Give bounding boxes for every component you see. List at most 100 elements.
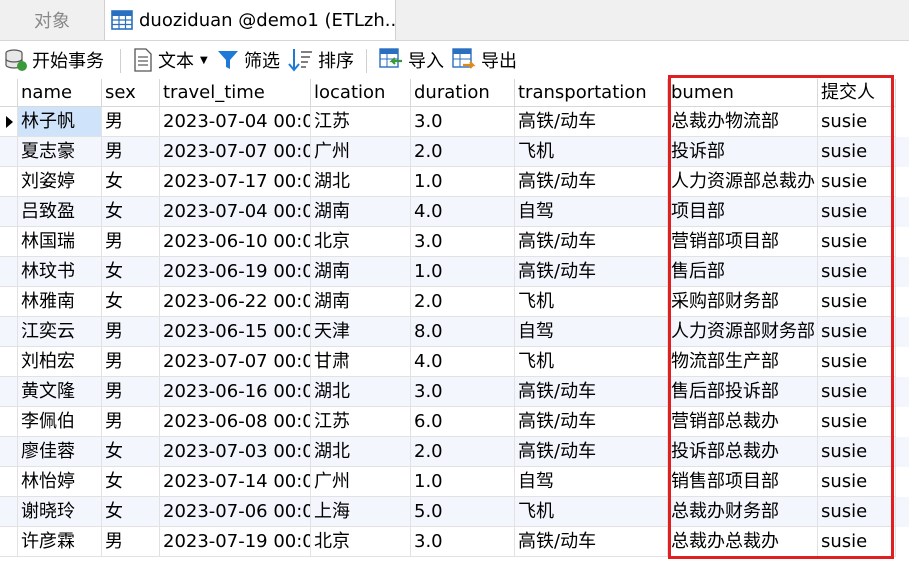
cell-bumen[interactable]: 售后部投诉部: [668, 377, 818, 407]
cell-bumen[interactable]: 人力资源部财务部: [668, 317, 818, 347]
cell-submitter[interactable]: susie: [818, 257, 896, 287]
cell-submitter[interactable]: susie: [818, 107, 896, 137]
table-row[interactable]: 林玟书女 2023-06-19 00:0 湖南 1.0 高铁/动车 售后部 susie: [0, 257, 909, 287]
cell-location[interactable]: 上海: [311, 497, 411, 527]
cell-travel-time[interactable]: 2023-07-17 00:0: [160, 167, 311, 197]
cell-travel-time[interactable]: 2023-07-06 00:0: [160, 497, 311, 527]
cell-duration[interactable]: 3.0: [411, 227, 515, 257]
cell-bumen[interactable]: 人力资源部总裁办: [668, 167, 818, 197]
column-header-transportation[interactable]: transportation: [515, 79, 668, 107]
cell-duration[interactable]: 1.0: [411, 467, 515, 497]
cell-bumen[interactable]: 项目部: [668, 197, 818, 227]
cell-bumen[interactable]: 营销部总裁办: [668, 407, 818, 437]
cell-submitter[interactable]: susie: [818, 497, 896, 527]
cell-submitter[interactable]: susie: [818, 407, 896, 437]
cell-submitter[interactable]: susie: [818, 167, 896, 197]
cell-bumen[interactable]: 物流部生产部: [668, 347, 818, 377]
cell-location[interactable]: 湖南: [311, 197, 411, 227]
cell-location[interactable]: 湖北: [311, 167, 411, 197]
cell-duration[interactable]: 1.0: [411, 257, 515, 287]
cell-duration[interactable]: 3.0: [411, 527, 515, 557]
cell-sex[interactable]: 女: [102, 437, 160, 467]
row-header[interactable]: [0, 167, 18, 197]
row-header[interactable]: [0, 527, 18, 557]
cell-duration[interactable]: 2.0: [411, 137, 515, 167]
cell-transportation[interactable]: 飞机: [515, 347, 668, 377]
cell-submitter[interactable]: susie: [818, 197, 896, 227]
cell-name[interactable]: 刘姿婷: [18, 167, 102, 197]
chevron-down-icon[interactable]: ▼: [200, 55, 208, 66]
table-row[interactable]: 谢晓玲女 2023-07-06 00:0 上海 5.0 飞机 总裁办财务部 susie: [0, 497, 909, 527]
tab-table-duoziduan[interactable]: duoziduan @demo1 (ETLzh...: [104, 0, 396, 40]
cell-sex[interactable]: 女: [102, 167, 160, 197]
cell-duration[interactable]: 5.0: [411, 497, 515, 527]
cell-bumen[interactable]: 投诉部总裁办: [668, 437, 818, 467]
cell-transportation[interactable]: 自驾: [515, 197, 668, 227]
cell-transportation[interactable]: 飞机: [515, 497, 668, 527]
column-header-submitter[interactable]: 提交人: [818, 79, 896, 107]
cell-submitter[interactable]: susie: [818, 317, 896, 347]
row-header[interactable]: [0, 137, 18, 167]
table-row[interactable]: 林怡婷女 2023-07-14 00:0 广州 1.0 自驾 销售部项目部 susie: [0, 467, 909, 497]
sort-button[interactable]: 排序: [288, 41, 354, 79]
cell-duration[interactable]: 2.0: [411, 437, 515, 467]
table-row[interactable]: 黄文隆男 2023-06-16 00:0 湖北 3.0 高铁/动车 售后部投诉部 susie: [0, 377, 909, 407]
cell-transportation[interactable]: 高铁/动车: [515, 227, 668, 257]
cell-bumen[interactable]: 营销部项目部: [668, 227, 818, 257]
cell-location[interactable]: 甘肃: [311, 347, 411, 377]
cell-duration[interactable]: 1.0: [411, 167, 515, 197]
column-header-location[interactable]: location: [311, 79, 411, 107]
table-row[interactable]: 吕致盈女 2023-07-04 00:0 湖南 4.0 自驾 项目部 susie: [0, 197, 909, 227]
cell-duration[interactable]: 2.0: [411, 287, 515, 317]
cell-name[interactable]: 廖佳蓉: [18, 437, 102, 467]
table-row[interactable]: 李佩伯男 2023-06-08 00:0 江苏 6.0 高铁/动车 营销部总裁办 susie: [0, 407, 909, 437]
cell-submitter[interactable]: susie: [818, 137, 896, 167]
table-row[interactable]: 廖佳蓉女 2023-07-03 00:0 湖北 2.0 高铁/动车 投诉部总裁办 susie: [0, 437, 909, 467]
cell-transportation[interactable]: 飞机: [515, 287, 668, 317]
cell-transportation[interactable]: 高铁/动车: [515, 107, 668, 137]
cell-sex[interactable]: 男: [102, 377, 160, 407]
cell-transportation[interactable]: 高铁/动车: [515, 527, 668, 557]
cell-sex[interactable]: 男: [102, 347, 160, 377]
table-row[interactable]: 江奕云男 2023-06-15 00:0 天津 8.0 自驾 人力资源部财务部 susie: [0, 317, 909, 347]
cell-travel-time[interactable]: 2023-07-14 00:0: [160, 467, 311, 497]
row-header[interactable]: [0, 317, 18, 347]
column-header-name[interactable]: name: [18, 79, 102, 107]
cell-submitter[interactable]: susie: [818, 467, 896, 497]
cell-location[interactable]: 江苏: [311, 107, 411, 137]
row-header[interactable]: [0, 407, 18, 437]
cell-bumen[interactable]: 投诉部: [668, 137, 818, 167]
cell-location[interactable]: 湖南: [311, 287, 411, 317]
table-row[interactable]: 夏志豪男 2023-07-07 00:0 广州 2.0 飞机 投诉部 susie: [0, 137, 909, 167]
row-header[interactable]: [0, 497, 18, 527]
cell-sex[interactable]: 男: [102, 227, 160, 257]
cell-submitter[interactable]: susie: [818, 437, 896, 467]
cell-name[interactable]: 林怡婷: [18, 467, 102, 497]
cell-sex[interactable]: 女: [102, 197, 160, 227]
cell-transportation[interactable]: 高铁/动车: [515, 257, 668, 287]
cell-transportation[interactable]: 高铁/动车: [515, 167, 668, 197]
cell-travel-time[interactable]: 2023-07-03 00:0: [160, 437, 311, 467]
cell-location[interactable]: 湖北: [311, 437, 411, 467]
cell-travel-time[interactable]: 2023-06-08 00:0: [160, 407, 311, 437]
row-header[interactable]: [0, 287, 18, 317]
cell-duration[interactable]: 6.0: [411, 407, 515, 437]
cell-travel-time[interactable]: 2023-06-22 00:0: [160, 287, 311, 317]
cell-sex[interactable]: 男: [102, 317, 160, 347]
cell-name[interactable]: 夏志豪: [18, 137, 102, 167]
cell-transportation[interactable]: 高铁/动车: [515, 377, 668, 407]
import-button[interactable]: 导入: [378, 41, 444, 79]
cell-bumen[interactable]: 总裁办总裁办: [668, 527, 818, 557]
cell-travel-time[interactable]: 2023-06-15 00:0: [160, 317, 311, 347]
table-row[interactable]: 林雅南女 2023-06-22 00:0 湖南 2.0 飞机 采购部财务部 susie: [0, 287, 909, 317]
column-header-travel-time[interactable]: travel_time: [160, 79, 311, 107]
cell-duration[interactable]: 8.0: [411, 317, 515, 347]
cell-sex[interactable]: 男: [102, 137, 160, 167]
cell-name[interactable]: 许彦霖: [18, 527, 102, 557]
cell-duration[interactable]: 3.0: [411, 107, 515, 137]
cell-transportation[interactable]: 自驾: [515, 467, 668, 497]
cell-sex[interactable]: 男: [102, 107, 160, 137]
cell-duration[interactable]: 4.0: [411, 197, 515, 227]
cell-location[interactable]: 北京: [311, 527, 411, 557]
cell-travel-time[interactable]: 2023-07-19 00:0: [160, 527, 311, 557]
